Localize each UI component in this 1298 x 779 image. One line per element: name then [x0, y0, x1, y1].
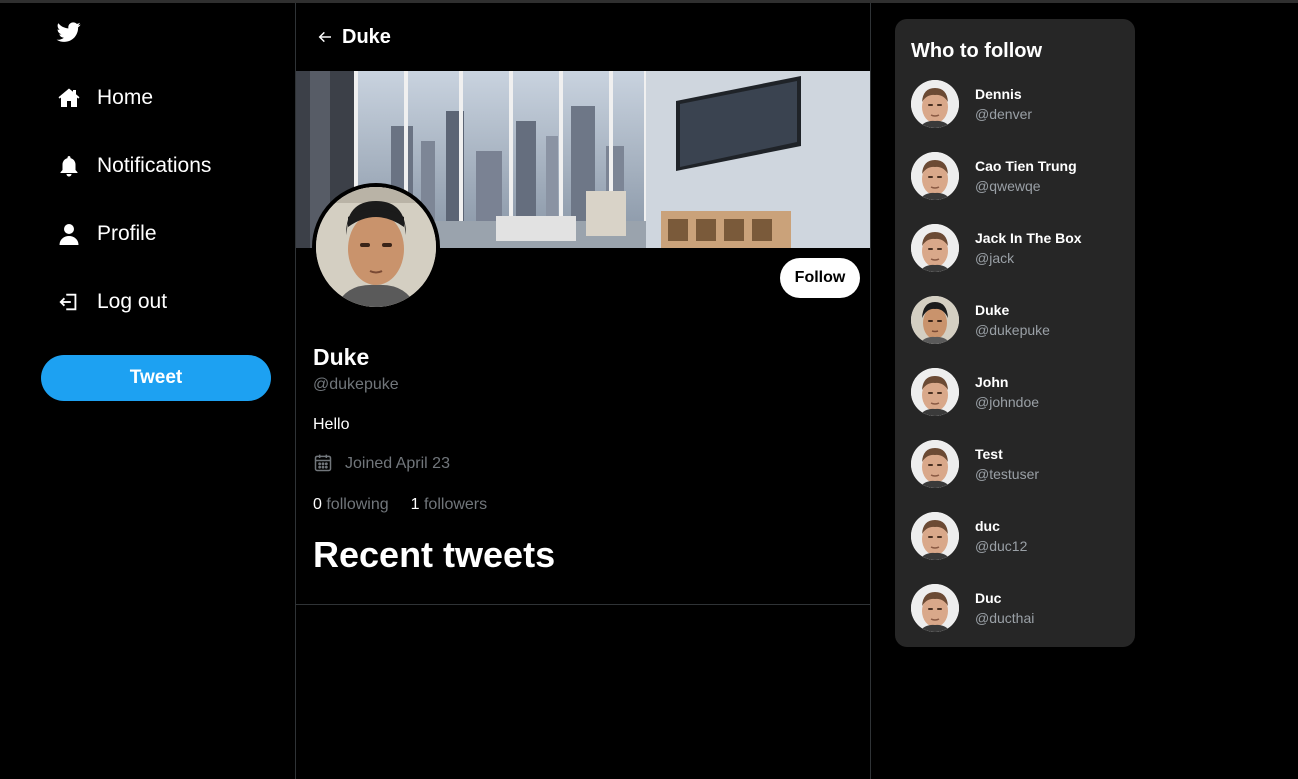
user-handle: @dukepuke — [975, 322, 1050, 338]
nav-item-logout[interactable]: Log out — [57, 282, 167, 322]
user-handle: @jack — [975, 250, 1015, 266]
bell-icon — [57, 154, 81, 178]
avatar — [911, 368, 959, 416]
header-title: Duke — [342, 25, 391, 48]
recent-tweets-heading: Recent tweets — [313, 534, 556, 575]
user-handle: @duc12 — [975, 538, 1028, 554]
user-name: Duke — [975, 302, 1010, 318]
who-to-follow-text: Test @testuser — [975, 446, 1039, 482]
home-icon — [57, 86, 81, 110]
sidebar: Home Notifications Profile Log out Tweet — [0, 3, 296, 779]
user-name: Test — [975, 446, 1003, 462]
user-name: John — [975, 374, 1009, 390]
user-name: Jack In The Box — [975, 230, 1082, 246]
nav-label-logout: Log out — [97, 290, 168, 313]
nav-item-notifications[interactable]: Notifications — [57, 146, 211, 186]
who-to-follow-item[interactable]: Jack In The Box @jack — [911, 223, 1119, 273]
user-handle: @qwewqe — [975, 178, 1041, 194]
user-name: duc — [975, 518, 1000, 534]
who-to-follow-panel: Who to follow Dennis @denver Cao Tien Trun… — [895, 19, 1135, 647]
who-to-follow-item[interactable]: duc @duc12 — [911, 511, 1119, 561]
who-to-follow-text: Duc @ducthai — [975, 590, 1034, 626]
who-to-follow-item[interactable]: Test @testuser — [911, 439, 1119, 489]
section-divider — [296, 604, 870, 605]
nav-item-profile[interactable]: Profile — [57, 214, 157, 254]
joined-date: Joined April 23 — [313, 453, 450, 475]
user-handle: @testuser — [975, 466, 1040, 482]
joined-label: Joined April 23 — [345, 455, 450, 472]
profile-column: Duke Follow Duke @dukepuke Hello Joined … — [295, 3, 871, 779]
profile-name: Duke — [313, 344, 370, 370]
profile-avatar — [312, 183, 440, 311]
following-stat[interactable]: 0 following — [313, 496, 389, 514]
who-to-follow-text: Dennis @denver — [975, 86, 1032, 122]
who-to-follow-item[interactable]: John @johndoe — [911, 367, 1119, 417]
following-count: 0 — [313, 496, 322, 513]
user-name: Duc — [975, 590, 1002, 606]
following-label: following — [326, 496, 389, 513]
nav-label-notifications: Notifications — [97, 154, 212, 177]
profile-bio: Hello — [313, 416, 350, 433]
followers-label: followers — [423, 496, 488, 513]
user-handle: @johndoe — [975, 394, 1040, 410]
twitter-bird-icon[interactable] — [56, 20, 82, 44]
avatar — [911, 80, 959, 128]
who-to-follow-text: Duke @dukepuke — [975, 302, 1050, 338]
nav-label-home: Home — [97, 86, 154, 109]
who-to-follow-item[interactable]: Cao Tien Trung @qwewqe — [911, 151, 1119, 201]
followers-stat[interactable]: 1 followers — [411, 496, 488, 514]
who-to-follow-item[interactable]: Duc @ducthai — [911, 583, 1119, 633]
who-to-follow-item[interactable]: Dennis @denver — [911, 79, 1119, 129]
who-to-follow-title: Who to follow — [911, 40, 1043, 62]
follow-button[interactable]: Follow — [780, 258, 860, 298]
avatar — [911, 440, 959, 488]
profile-handle: @dukepuke — [313, 376, 399, 393]
user-name: Dennis — [975, 86, 1022, 102]
avatar — [911, 296, 959, 344]
who-to-follow-text: John @johndoe — [975, 374, 1039, 410]
user-handle: @denver — [975, 106, 1033, 122]
who-to-follow-text: Cao Tien Trung @qwewqe — [975, 158, 1077, 194]
nav-item-home[interactable]: Home — [57, 78, 153, 118]
follow-stats: 0 following 1 followers — [313, 496, 509, 514]
who-to-follow-item[interactable]: Duke @dukepuke — [911, 295, 1119, 345]
followers-count: 1 — [410, 496, 420, 513]
person-icon — [57, 222, 81, 246]
user-name: Cao Tien Trung — [975, 158, 1077, 174]
profile-header: Duke — [296, 3, 870, 71]
user-handle: @ducthai — [975, 610, 1035, 626]
avatar — [911, 152, 959, 200]
logout-icon — [57, 290, 81, 314]
avatar — [911, 224, 959, 272]
tweet-button[interactable]: Tweet — [41, 355, 271, 401]
back-arrow-icon[interactable] — [316, 28, 334, 46]
nav-label-profile: Profile — [97, 222, 157, 245]
avatar — [911, 584, 959, 632]
who-to-follow-text: Jack In The Box @jack — [975, 230, 1082, 266]
avatar — [911, 512, 959, 560]
calendar-icon — [313, 453, 335, 475]
who-to-follow-text: duc @duc12 — [975, 518, 1027, 554]
